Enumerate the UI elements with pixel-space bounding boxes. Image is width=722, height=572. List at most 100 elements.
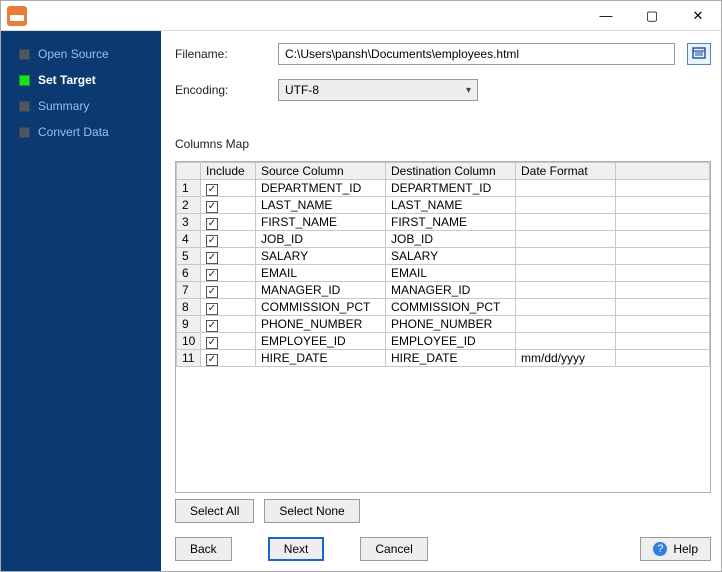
dest-cell[interactable]: EMAIL — [386, 265, 516, 282]
source-cell[interactable]: SALARY — [256, 248, 386, 265]
cancel-button[interactable]: Cancel — [360, 537, 427, 561]
checkbox-icon[interactable]: ✓ — [206, 354, 218, 366]
encoding-select[interactable]: UTF-8 ▾ — [278, 79, 478, 101]
dest-cell[interactable]: FIRST_NAME — [386, 214, 516, 231]
table-row[interactable]: 1✓DEPARTMENT_IDDEPARTMENT_ID — [177, 180, 710, 197]
next-button[interactable]: Next — [268, 537, 325, 561]
checkbox-icon[interactable]: ✓ — [206, 337, 218, 349]
source-cell[interactable]: DEPARTMENT_ID — [256, 180, 386, 197]
maximize-button[interactable]: ▢ — [629, 1, 675, 30]
browse-button[interactable] — [687, 43, 711, 65]
sidebar: Open Source Set Target Summary Convert D… — [1, 31, 161, 571]
columns-grid[interactable]: Include Source Column Destination Column… — [175, 161, 711, 493]
dest-cell[interactable]: DEPARTMENT_ID — [386, 180, 516, 197]
sidebar-item-convert-data[interactable]: Convert Data — [1, 119, 161, 145]
format-cell[interactable] — [516, 333, 616, 350]
checkbox-icon[interactable]: ✓ — [206, 252, 218, 264]
include-cell[interactable]: ✓ — [201, 197, 256, 214]
dest-cell[interactable]: COMMISSION_PCT — [386, 299, 516, 316]
format-cell[interactable] — [516, 299, 616, 316]
help-icon: ? — [653, 542, 667, 556]
row-number: 6 — [177, 265, 201, 282]
filename-input[interactable] — [278, 43, 675, 65]
spacer-cell — [616, 248, 710, 265]
table-row[interactable]: 7 ✓ MANAGER_IDMANAGER_ID — [177, 282, 710, 299]
row-number: 9 — [177, 316, 201, 333]
table-row[interactable]: 5✓SALARYSALARY — [177, 248, 710, 265]
select-all-button[interactable]: Select All — [175, 499, 254, 523]
include-cell[interactable]: ✓ — [201, 333, 256, 350]
source-cell[interactable]: EMAIL — [256, 265, 386, 282]
back-button[interactable]: Back — [175, 537, 232, 561]
columns-map-heading: Columns Map — [175, 137, 711, 151]
checkbox-icon[interactable]: ✓ — [206, 320, 218, 332]
table-row[interactable]: 9 ✓ PHONE_NUMBERPHONE_NUMBER — [177, 316, 710, 333]
app-icon — [7, 6, 27, 26]
select-none-button[interactable]: Select None — [264, 499, 359, 523]
sidebar-item-set-target[interactable]: Set Target — [1, 67, 161, 93]
include-cell[interactable]: ✓ — [201, 316, 256, 333]
source-cell[interactable]: JOB_ID — [256, 231, 386, 248]
checkbox-icon[interactable]: ✓ — [206, 184, 218, 196]
step-node-icon — [19, 101, 30, 112]
table-row[interactable]: 3✓FIRST_NAMEFIRST_NAME — [177, 214, 710, 231]
include-cell[interactable]: ✓ — [201, 214, 256, 231]
table-row[interactable]: 10✓EMPLOYEE_IDEMPLOYEE_ID — [177, 333, 710, 350]
chevron-down-icon: ▾ — [466, 85, 471, 96]
source-cell[interactable]: FIRST_NAME — [256, 214, 386, 231]
close-button[interactable]: ✕ — [675, 1, 721, 30]
format-cell[interactable] — [516, 180, 616, 197]
include-cell[interactable]: ✓ — [201, 282, 256, 299]
dest-cell[interactable]: LAST_NAME — [386, 197, 516, 214]
checkbox-icon[interactable]: ✓ — [206, 269, 218, 281]
table-row[interactable]: 6 ✓ EMAILEMAIL — [177, 265, 710, 282]
row-number: 7 — [177, 282, 201, 299]
dest-cell[interactable]: EMPLOYEE_ID — [386, 333, 516, 350]
table-row[interactable]: 2✓LAST_NAMELAST_NAME — [177, 197, 710, 214]
checkbox-icon[interactable]: ✓ — [206, 201, 218, 213]
wizard-buttons: Back Next Cancel ? Help — [175, 533, 711, 565]
header-dest[interactable]: Destination Column — [386, 163, 516, 180]
checkbox-icon[interactable]: ✓ — [206, 235, 218, 247]
source-cell[interactable]: PHONE_NUMBER — [256, 316, 386, 333]
format-cell[interactable] — [516, 282, 616, 299]
format-cell[interactable] — [516, 265, 616, 282]
table-row[interactable]: 4✓JOB_IDJOB_ID — [177, 231, 710, 248]
source-cell[interactable]: HIRE_DATE — [256, 350, 386, 367]
table-row[interactable]: 11✓HIRE_DATEHIRE_DATEmm/dd/yyyy — [177, 350, 710, 367]
dest-cell[interactable]: PHONE_NUMBER — [386, 316, 516, 333]
dest-cell[interactable]: SALARY — [386, 248, 516, 265]
minimize-button[interactable]: — — [583, 1, 629, 30]
sidebar-item-summary[interactable]: Summary — [1, 93, 161, 119]
format-cell[interactable]: mm/dd/yyyy — [516, 350, 616, 367]
checkbox-icon[interactable]: ✓ — [206, 286, 218, 298]
dest-cell[interactable]: HIRE_DATE — [386, 350, 516, 367]
spacer-cell — [616, 316, 710, 333]
source-cell[interactable]: MANAGER_ID — [256, 282, 386, 299]
include-cell[interactable]: ✓ — [201, 299, 256, 316]
dest-cell[interactable]: JOB_ID — [386, 231, 516, 248]
help-button[interactable]: ? Help — [640, 537, 711, 561]
dest-cell[interactable]: MANAGER_ID — [386, 282, 516, 299]
header-source[interactable]: Source Column — [256, 163, 386, 180]
format-cell[interactable] — [516, 214, 616, 231]
format-cell[interactable] — [516, 197, 616, 214]
header-include[interactable]: Include — [201, 163, 256, 180]
checkbox-icon[interactable]: ✓ — [206, 303, 218, 315]
format-cell[interactable] — [516, 231, 616, 248]
include-cell[interactable]: ✓ — [201, 265, 256, 282]
sidebar-item-open-source[interactable]: Open Source — [1, 41, 161, 67]
table-row[interactable]: 8✓COMMISSION_PCTCOMMISSION_PCT — [177, 299, 710, 316]
include-cell[interactable]: ✓ — [201, 350, 256, 367]
source-cell[interactable]: LAST_NAME — [256, 197, 386, 214]
include-cell[interactable]: ✓ — [201, 248, 256, 265]
source-cell[interactable]: COMMISSION_PCT — [256, 299, 386, 316]
include-cell[interactable]: ✓ — [201, 180, 256, 197]
include-cell[interactable]: ✓ — [201, 231, 256, 248]
format-cell[interactable] — [516, 248, 616, 265]
checkbox-icon[interactable]: ✓ — [206, 218, 218, 230]
source-cell[interactable]: EMPLOYEE_ID — [256, 333, 386, 350]
header-format[interactable]: Date Format — [516, 163, 616, 180]
spacer-cell — [616, 282, 710, 299]
format-cell[interactable] — [516, 316, 616, 333]
